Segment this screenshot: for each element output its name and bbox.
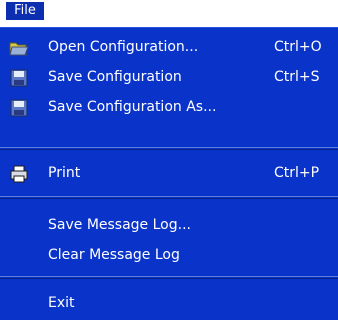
menu-separator bbox=[0, 147, 338, 150]
menu-item-clear-message-log[interactable]: Clear Message Log bbox=[4, 240, 334, 270]
menu-item-exit[interactable]: Exit bbox=[4, 288, 334, 318]
menu-item-save-message-log[interactable]: Save Message Log... bbox=[4, 210, 334, 240]
menu-item-label: Save Message Log... bbox=[48, 217, 191, 233]
printer-icon bbox=[9, 164, 29, 183]
menu-item-save-configuration-as[interactable]: Save Configuration As... bbox=[4, 92, 334, 122]
menu-separator bbox=[0, 276, 338, 279]
menu-separator bbox=[0, 196, 338, 199]
menu-item-label: Save Configuration bbox=[48, 69, 182, 85]
menu-bar: File bbox=[0, 0, 338, 20]
menu-item-open-configuration[interactable]: Open Configuration... Ctrl+O bbox=[4, 32, 334, 62]
menu-file[interactable]: File bbox=[6, 2, 44, 20]
file-menu-dropdown: Open Configuration... Ctrl+O Save Config… bbox=[0, 27, 338, 320]
floppy-disk-icon bbox=[9, 98, 29, 117]
menu-item-shortcut: Ctrl+P bbox=[274, 165, 320, 181]
menu-item-shortcut: Ctrl+S bbox=[274, 69, 320, 85]
menu-item-label: Exit bbox=[48, 295, 75, 311]
menu-item-label: Clear Message Log bbox=[48, 247, 180, 263]
open-folder-icon bbox=[9, 38, 29, 56]
menu-item-print[interactable]: Print Ctrl+P bbox=[4, 158, 334, 188]
floppy-disk-icon bbox=[9, 68, 29, 87]
menu-item-shortcut: Ctrl+O bbox=[274, 39, 322, 55]
menu-item-label: Save Configuration As... bbox=[48, 99, 217, 115]
menu-item-label: Open Configuration... bbox=[48, 39, 199, 55]
menu-item-save-configuration[interactable]: Save Configuration Ctrl+S bbox=[4, 62, 334, 92]
menu-item-label: Print bbox=[48, 165, 81, 181]
